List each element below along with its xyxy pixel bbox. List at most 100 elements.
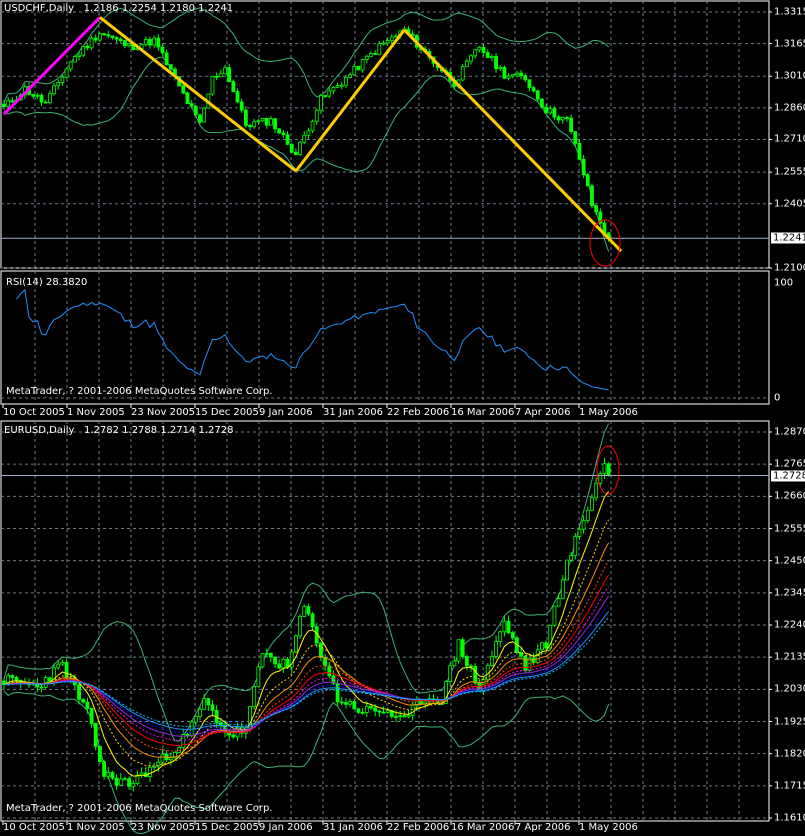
candle (460, 63, 465, 82)
candle-body (47, 93, 52, 104)
candle-body (306, 130, 311, 136)
candle-body (10, 675, 15, 678)
candle-body (235, 91, 240, 103)
date-label-top: 15 Dec 2005 (195, 407, 259, 418)
eurusd-price-label: 1.1925 (774, 716, 805, 727)
date-label-top: 1 Nov 2005 (67, 407, 125, 418)
candle (394, 33, 398, 38)
candle-body (6, 100, 11, 108)
candle (577, 139, 582, 160)
date-label-top: 1 May 2006 (579, 407, 638, 418)
candle (448, 662, 453, 687)
candle (227, 63, 232, 83)
candle-body (110, 772, 115, 779)
candle (81, 45, 86, 57)
candle (502, 65, 507, 79)
candle (164, 49, 169, 66)
candle (373, 50, 378, 55)
candle-body (60, 76, 65, 83)
candle-body (110, 35, 115, 38)
candle (106, 30, 111, 39)
candle (581, 515, 586, 534)
candle-body (506, 620, 511, 634)
candle-body (243, 109, 248, 126)
candle (152, 35, 157, 49)
date-label-bottom: 10 Oct 2005 (3, 822, 65, 833)
candle (464, 58, 469, 68)
candle (127, 43, 131, 48)
candle (268, 115, 273, 126)
candle (594, 477, 599, 502)
candle (47, 90, 52, 105)
candle (118, 773, 123, 786)
candle-body (102, 33, 106, 36)
candle (581, 155, 586, 179)
date-label-bottom: 15 Dec 2005 (195, 822, 259, 833)
usdchf-price-label: 1.3315 (774, 6, 805, 18)
candle-body (277, 663, 282, 669)
date-label-bottom: 23 Nov 2005 (131, 822, 196, 833)
candle (164, 750, 169, 762)
candle-body (114, 777, 119, 786)
candle-body (469, 55, 473, 62)
candle-body (348, 701, 353, 705)
candle (39, 93, 44, 106)
candle-body (268, 118, 273, 126)
candle (223, 64, 227, 75)
candle (89, 35, 94, 50)
candle-body (64, 662, 69, 679)
candle-body (360, 712, 365, 714)
candle-body (448, 665, 453, 682)
candle-body (102, 761, 106, 777)
candle-body (323, 657, 327, 667)
candle-body (344, 77, 348, 86)
candle (552, 605, 557, 627)
candle-body (394, 35, 398, 38)
candle-body (556, 116, 561, 121)
candle (498, 630, 503, 648)
candle (106, 766, 111, 780)
candle (210, 75, 215, 96)
candle-body (281, 658, 286, 669)
candle (306, 603, 311, 616)
candle-body (310, 613, 315, 628)
candle-body (473, 666, 478, 684)
candle (127, 776, 131, 790)
candle (210, 700, 215, 717)
candle (168, 752, 173, 766)
candle-body (577, 142, 582, 160)
candle-body (373, 53, 378, 55)
chart-canvas[interactable] (0, 0, 805, 836)
candle-body (98, 33, 102, 41)
candle (214, 72, 219, 81)
candle (198, 113, 202, 124)
candle-body (531, 87, 536, 92)
candle (502, 616, 507, 637)
date-label-top: 23 Nov 2005 (131, 407, 196, 418)
candle (110, 770, 115, 781)
usdchf-price-label: 1.2710 (774, 133, 805, 145)
candle-body (544, 106, 548, 114)
candle (43, 675, 48, 689)
candle (202, 694, 207, 710)
candle-body (98, 746, 102, 762)
candle (485, 49, 490, 58)
candle-body (231, 81, 236, 93)
candle-body (10, 100, 15, 103)
candle-body (339, 701, 344, 704)
candle-body (573, 535, 578, 556)
eurusd-price-label: 1.1715 (774, 780, 805, 792)
candle-body (2, 103, 6, 108)
candle (239, 98, 244, 114)
candle-body (581, 158, 586, 176)
candle (498, 65, 503, 71)
candle (535, 89, 540, 102)
candle-body (369, 53, 373, 57)
candle (268, 652, 273, 663)
candle-body (285, 134, 290, 145)
candle (264, 117, 269, 129)
candle-body (123, 40, 127, 47)
candle-body (389, 36, 394, 42)
candle-body (198, 114, 202, 123)
candle-body (189, 103, 194, 107)
